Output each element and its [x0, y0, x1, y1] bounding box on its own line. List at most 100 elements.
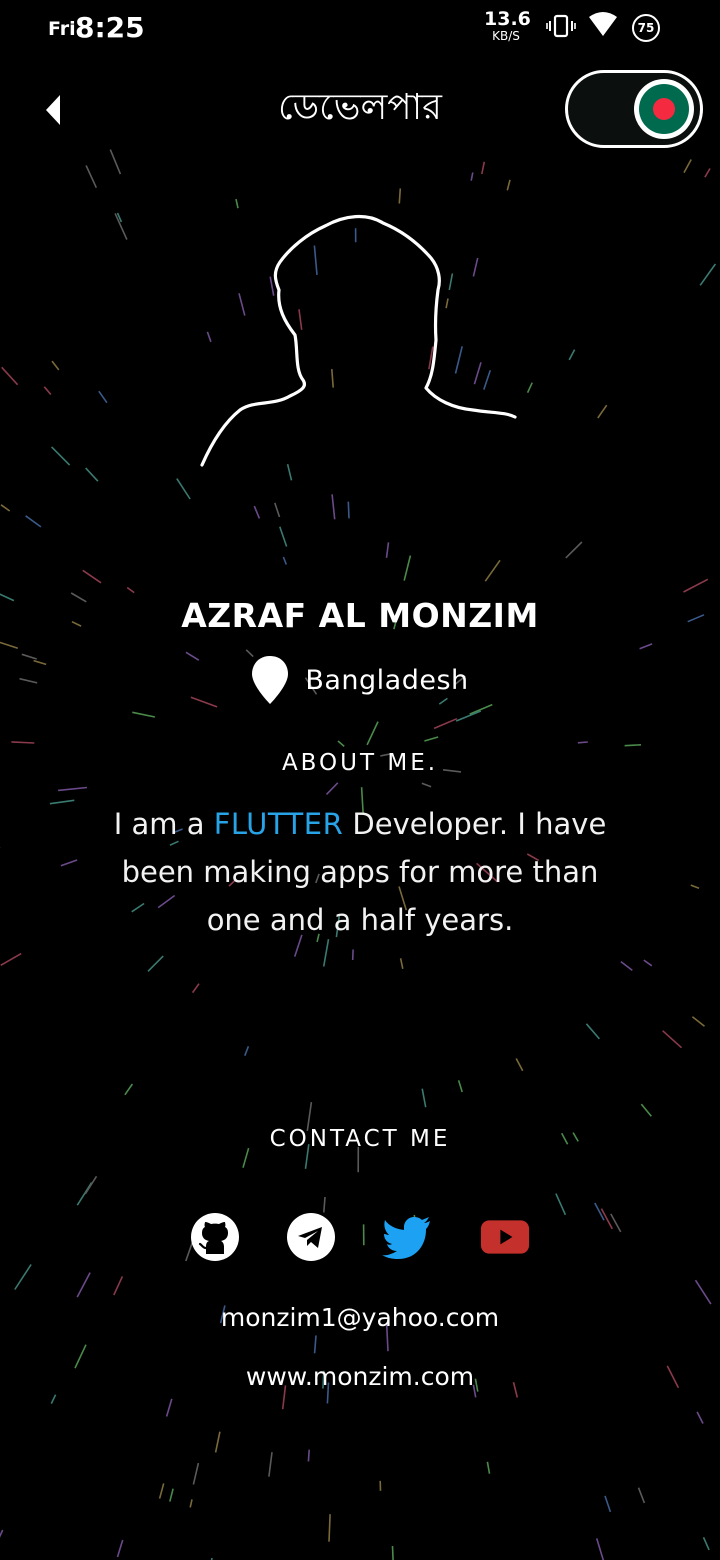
about-text-start: I am a — [113, 807, 214, 841]
background-streak — [158, 1483, 165, 1499]
page-title: ডেভেলপার — [278, 87, 442, 128]
background-streak — [595, 1538, 605, 1560]
email-link[interactable]: monzim1@yahoo.com — [0, 1303, 720, 1332]
background-streak — [577, 741, 588, 744]
background-streak — [399, 958, 404, 969]
background-streak — [98, 390, 108, 404]
background-streak — [455, 710, 482, 722]
background-streak — [690, 884, 700, 889]
background-streak — [568, 349, 576, 361]
background-streak — [597, 404, 608, 419]
background-streak — [84, 1175, 98, 1195]
background-streak — [11, 741, 35, 744]
background-streak — [398, 188, 402, 204]
twitter-icon[interactable] — [382, 1212, 432, 1262]
background-streak — [0, 952, 22, 966]
background-streak — [279, 526, 288, 547]
background-streak — [385, 542, 390, 558]
background-streak — [640, 1103, 652, 1117]
background-streak — [165, 1398, 173, 1417]
background-streak — [637, 1487, 646, 1504]
background-streak — [126, 586, 135, 594]
background-streak — [192, 1462, 200, 1485]
background-streak — [274, 502, 281, 518]
background-streak — [585, 1023, 601, 1040]
background-streak — [169, 1488, 174, 1502]
background-streak — [189, 1499, 193, 1508]
background-streak — [268, 1452, 273, 1477]
background-streak — [85, 165, 98, 189]
flag-toggle-switch[interactable] — [565, 70, 703, 148]
background-streak — [691, 1016, 705, 1027]
background-streak — [604, 1495, 612, 1513]
background-streak — [526, 382, 533, 394]
background-streak — [515, 1058, 524, 1072]
background-streak — [253, 505, 261, 519]
background-streak — [702, 1536, 710, 1551]
status-time: 8:25 — [75, 11, 145, 44]
back-arrow-icon[interactable] — [40, 90, 68, 130]
network-speed-unit: KB/S — [492, 29, 520, 43]
background-streak — [76, 1272, 91, 1298]
background-streak — [337, 740, 345, 748]
background-streak — [191, 983, 200, 994]
background-streak — [610, 1213, 622, 1233]
background-streak — [50, 1394, 57, 1404]
bangladesh-flag-icon — [639, 84, 689, 134]
background-streak — [51, 446, 71, 466]
location-row: Bangladesh — [0, 655, 720, 705]
background-streak — [424, 736, 439, 742]
github-icon[interactable] — [190, 1212, 240, 1262]
network-speed-value: 13.6 — [484, 8, 531, 30]
background-streak — [620, 960, 633, 972]
background-streak — [481, 161, 486, 175]
background-streak — [470, 172, 474, 181]
background-streak — [282, 556, 288, 565]
location-text: Bangladesh — [305, 664, 469, 696]
background-streak — [643, 959, 653, 967]
avatar-silhouette — [200, 215, 517, 467]
telegram-icon[interactable] — [286, 1212, 336, 1262]
background-streak — [328, 1514, 331, 1542]
background-streak — [132, 711, 156, 718]
contact-heading: CONTACT ME — [269, 1126, 451, 1152]
background-streak — [696, 1411, 704, 1424]
wifi-icon — [589, 12, 617, 36]
background-streak — [421, 782, 432, 788]
background-streak — [366, 721, 379, 746]
background-streak — [51, 360, 60, 371]
background-streak — [82, 569, 102, 584]
background-streak — [14, 1264, 32, 1290]
flag-red-disc — [653, 98, 675, 120]
about-paragraph: I am a FLUTTER Developer. I have been ma… — [110, 800, 610, 944]
background-streak — [109, 149, 122, 175]
youtube-icon[interactable] — [480, 1212, 530, 1262]
background-streak — [565, 541, 583, 559]
background-streak — [694, 1279, 712, 1305]
background-streak — [403, 555, 412, 581]
background-streak — [1, 366, 19, 386]
background-streak — [699, 263, 717, 286]
background-streak — [421, 1088, 427, 1108]
background-streak — [323, 1196, 326, 1213]
background-streak — [639, 643, 653, 650]
background-streak — [506, 179, 511, 191]
website-link[interactable]: www.monzim.com — [0, 1362, 720, 1391]
background-streak — [555, 1193, 567, 1216]
background-streak — [114, 213, 128, 240]
background-streak — [683, 159, 692, 173]
background-streak — [484, 559, 501, 582]
background-streak — [235, 198, 239, 209]
background-streak — [116, 1539, 124, 1558]
background-streak — [0, 504, 11, 512]
background-streak — [113, 1276, 124, 1296]
background-streak — [331, 494, 336, 520]
background-streak — [0, 641, 19, 650]
battery-icon: 75 — [632, 14, 660, 42]
background-streak — [433, 717, 458, 730]
vibrate-icon — [546, 14, 576, 38]
developer-name: AZRAF AL MONZIM — [181, 596, 539, 635]
toggle-knob — [634, 79, 694, 139]
status-day: Fri — [48, 18, 76, 40]
background-streak — [43, 386, 52, 396]
